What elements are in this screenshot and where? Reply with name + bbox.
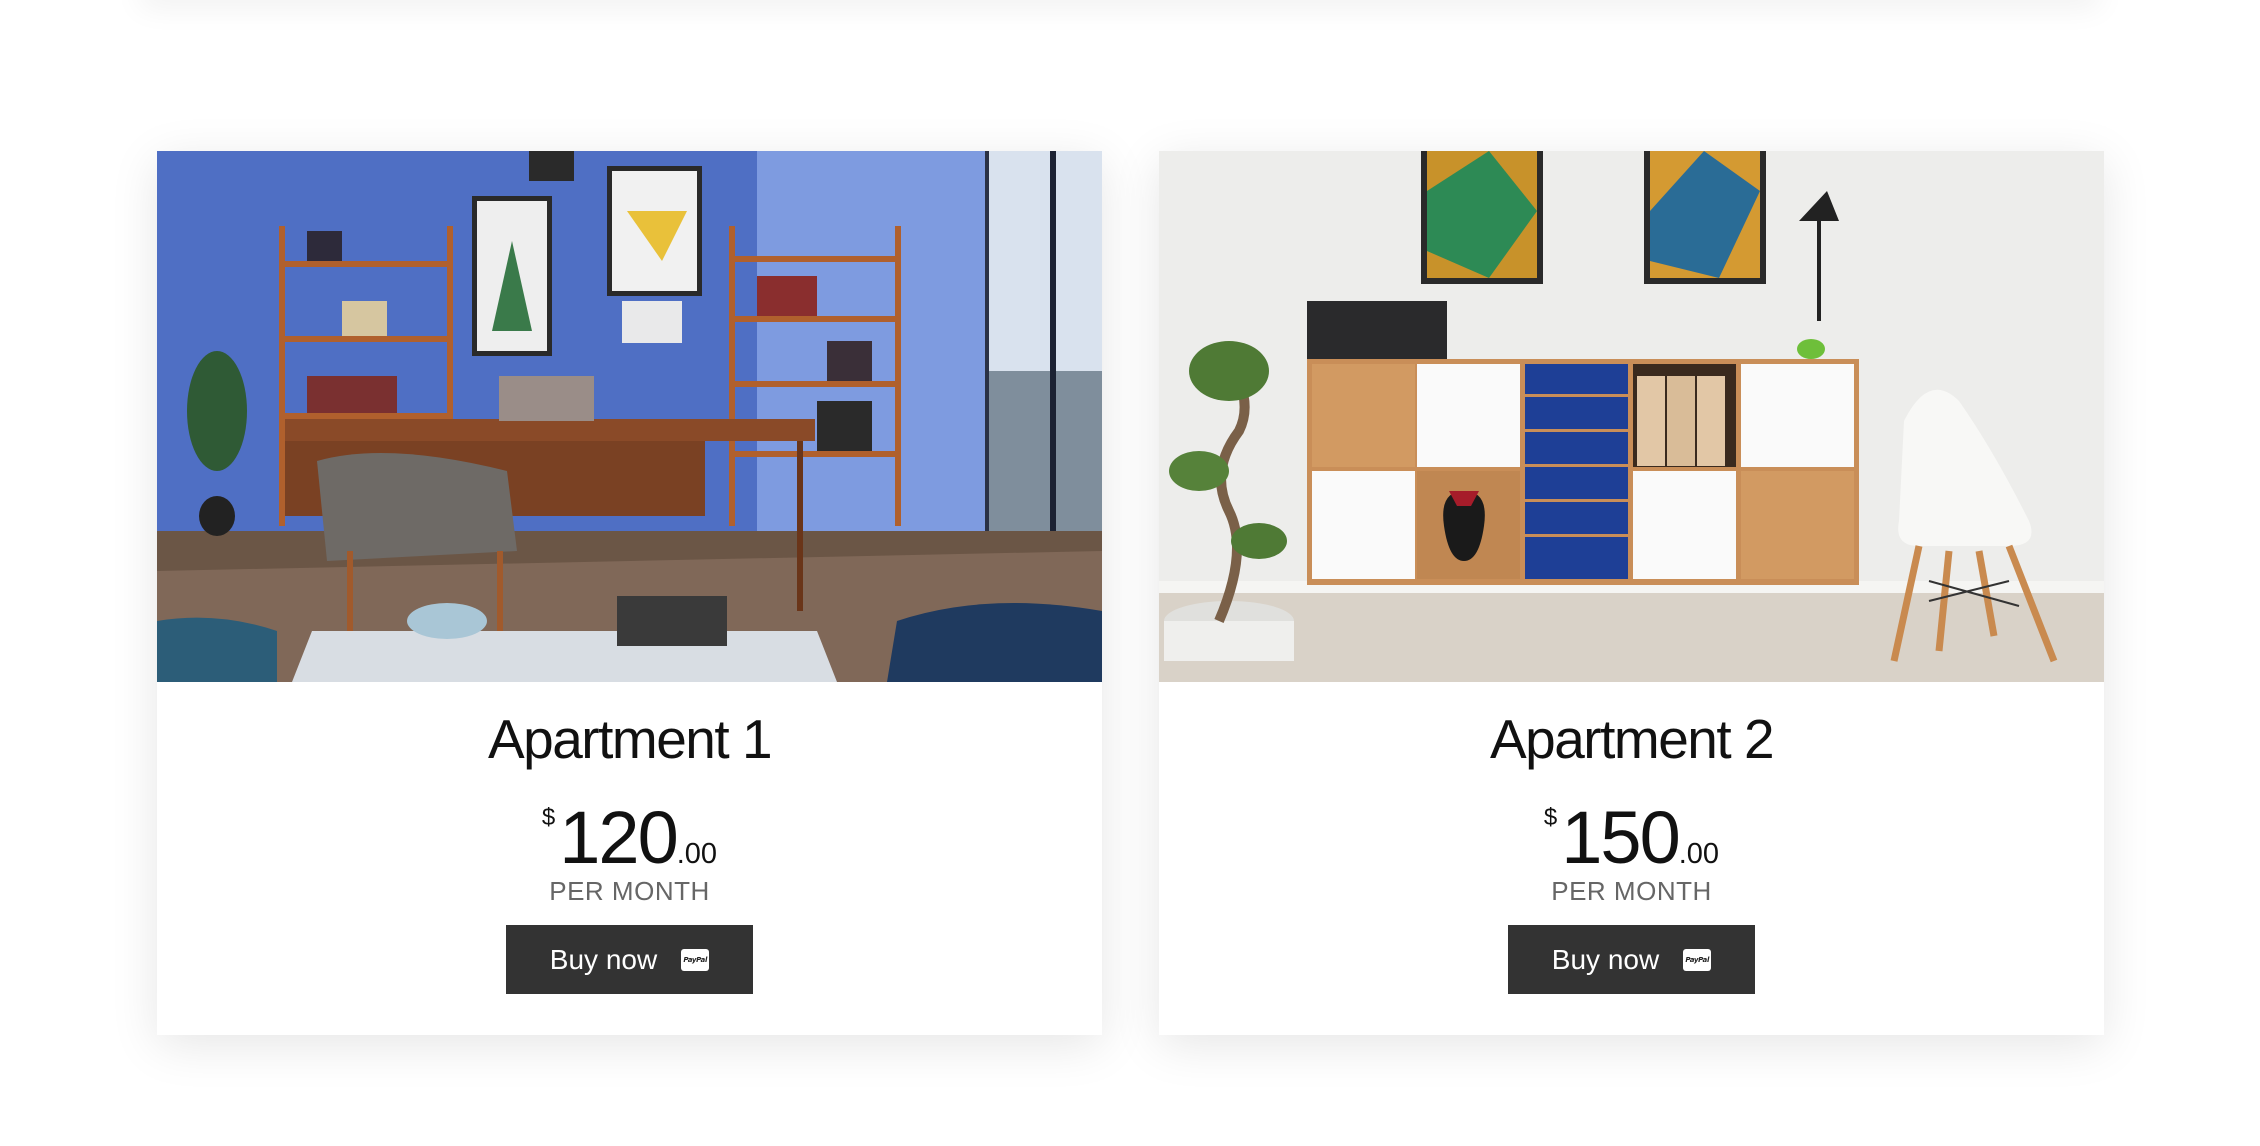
apartment-card: Apartment 2 $150.00 PER MONTH Buy now Pa… bbox=[1159, 151, 2104, 1035]
paypal-icon: PayPal bbox=[681, 948, 710, 971]
price-amount: 150 bbox=[1561, 796, 1680, 879]
price-cents: .00 bbox=[1678, 838, 1720, 870]
buy-now-label: Buy now bbox=[549, 943, 658, 975]
price-period: PER MONTH bbox=[1551, 876, 1712, 906]
listing-price: $120.00 bbox=[157, 778, 1102, 878]
buy-now-label: Buy now bbox=[1551, 943, 1660, 975]
apartment-photo bbox=[1159, 151, 2104, 682]
currency-symbol: $ bbox=[1543, 804, 1558, 831]
paypal-icon: PayPal bbox=[1683, 948, 1712, 971]
paypal-icon-text: PayPal bbox=[1685, 955, 1710, 964]
buy-now-button[interactable]: Buy now PayPal bbox=[1508, 925, 1755, 994]
listing-price: $150.00 bbox=[1159, 778, 2104, 878]
paypal-icon-text: PayPal bbox=[683, 955, 708, 964]
price-period: PER MONTH bbox=[549, 876, 710, 906]
apartment-card: Apartment 1 $120.00 PER MONTH Buy now Pa… bbox=[157, 151, 1102, 1035]
price-cents: .00 bbox=[676, 838, 718, 870]
buy-now-button[interactable]: Buy now PayPal bbox=[506, 925, 753, 994]
currency-symbol: $ bbox=[541, 804, 556, 831]
price-amount: 120 bbox=[559, 796, 678, 879]
listing-title: Apartment 1 bbox=[487, 708, 773, 770]
apartment-photo bbox=[157, 151, 1102, 682]
listing-title: Apartment 2 bbox=[1489, 708, 1775, 770]
